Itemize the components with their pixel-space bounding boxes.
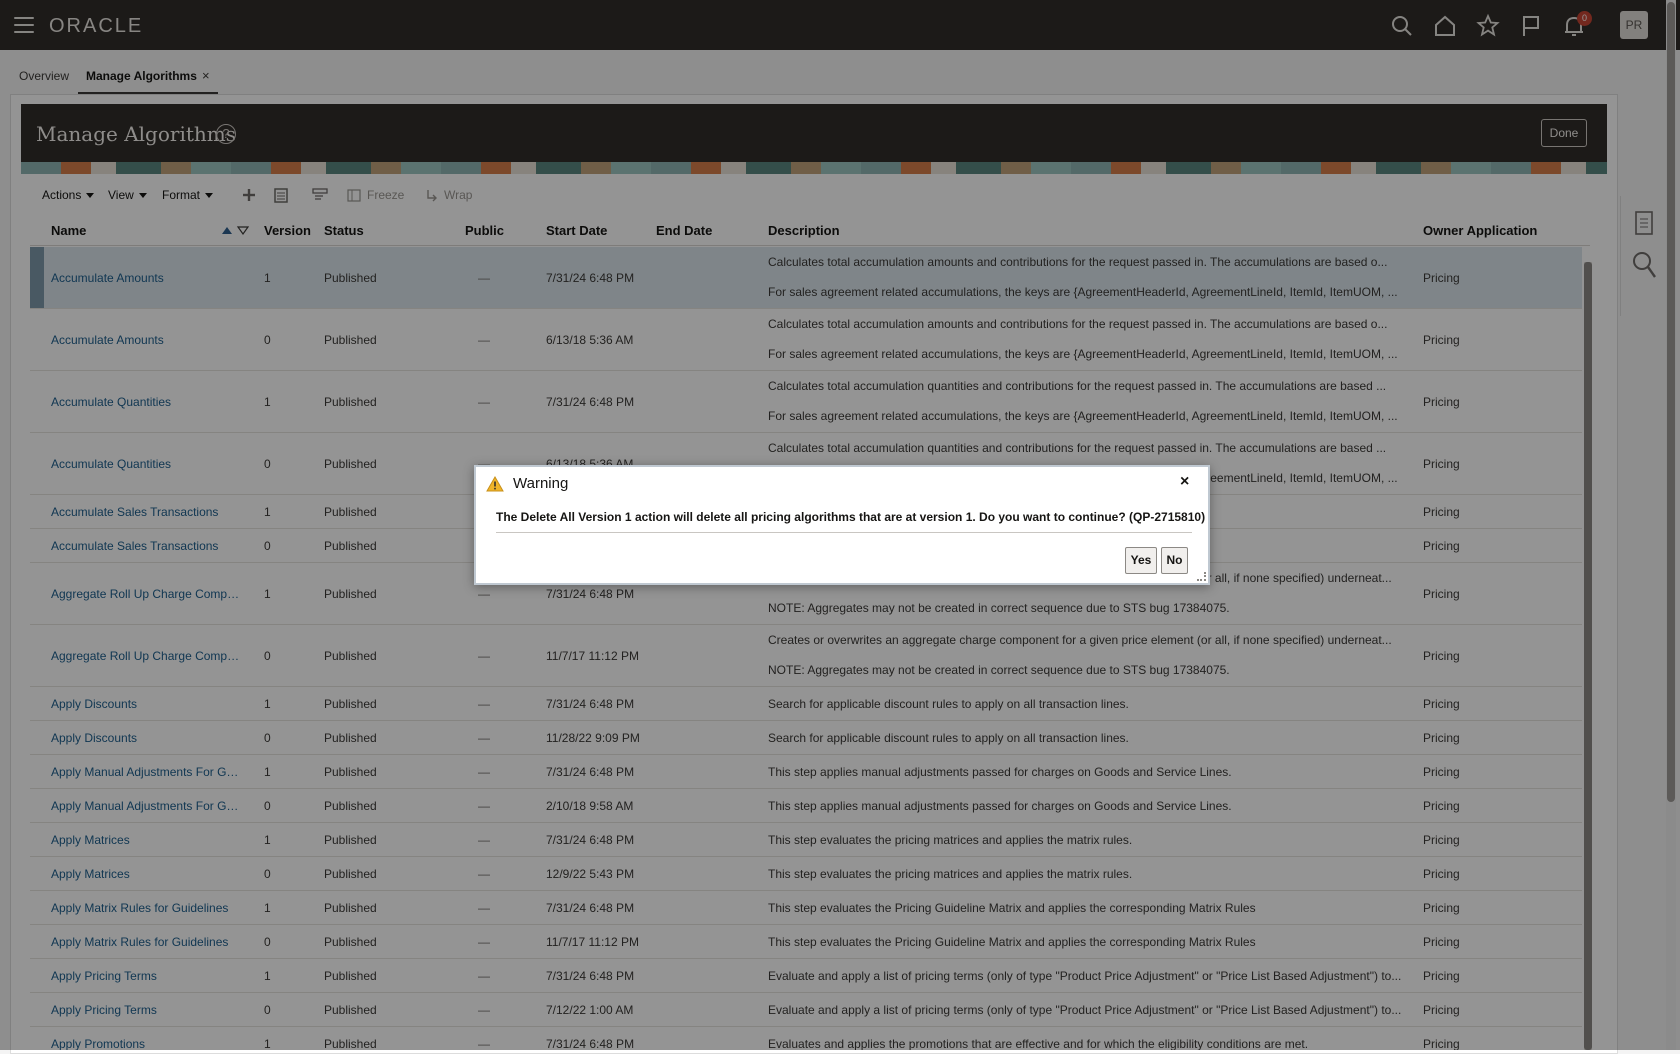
warning-dialog: Warning × The Delete All Version 1 actio…: [474, 465, 1210, 585]
yes-button[interactable]: Yes: [1125, 547, 1157, 574]
no-button[interactable]: No: [1161, 547, 1188, 574]
resize-handle-icon[interactable]: [1197, 572, 1206, 581]
dialog-title: Warning: [513, 475, 569, 492]
dialog-message: The Delete All Version 1 action will del…: [496, 510, 1206, 524]
dialog-divider: [496, 532, 1192, 533]
warning-icon: [486, 476, 504, 492]
dialog-close-icon[interactable]: ×: [1180, 473, 1189, 491]
